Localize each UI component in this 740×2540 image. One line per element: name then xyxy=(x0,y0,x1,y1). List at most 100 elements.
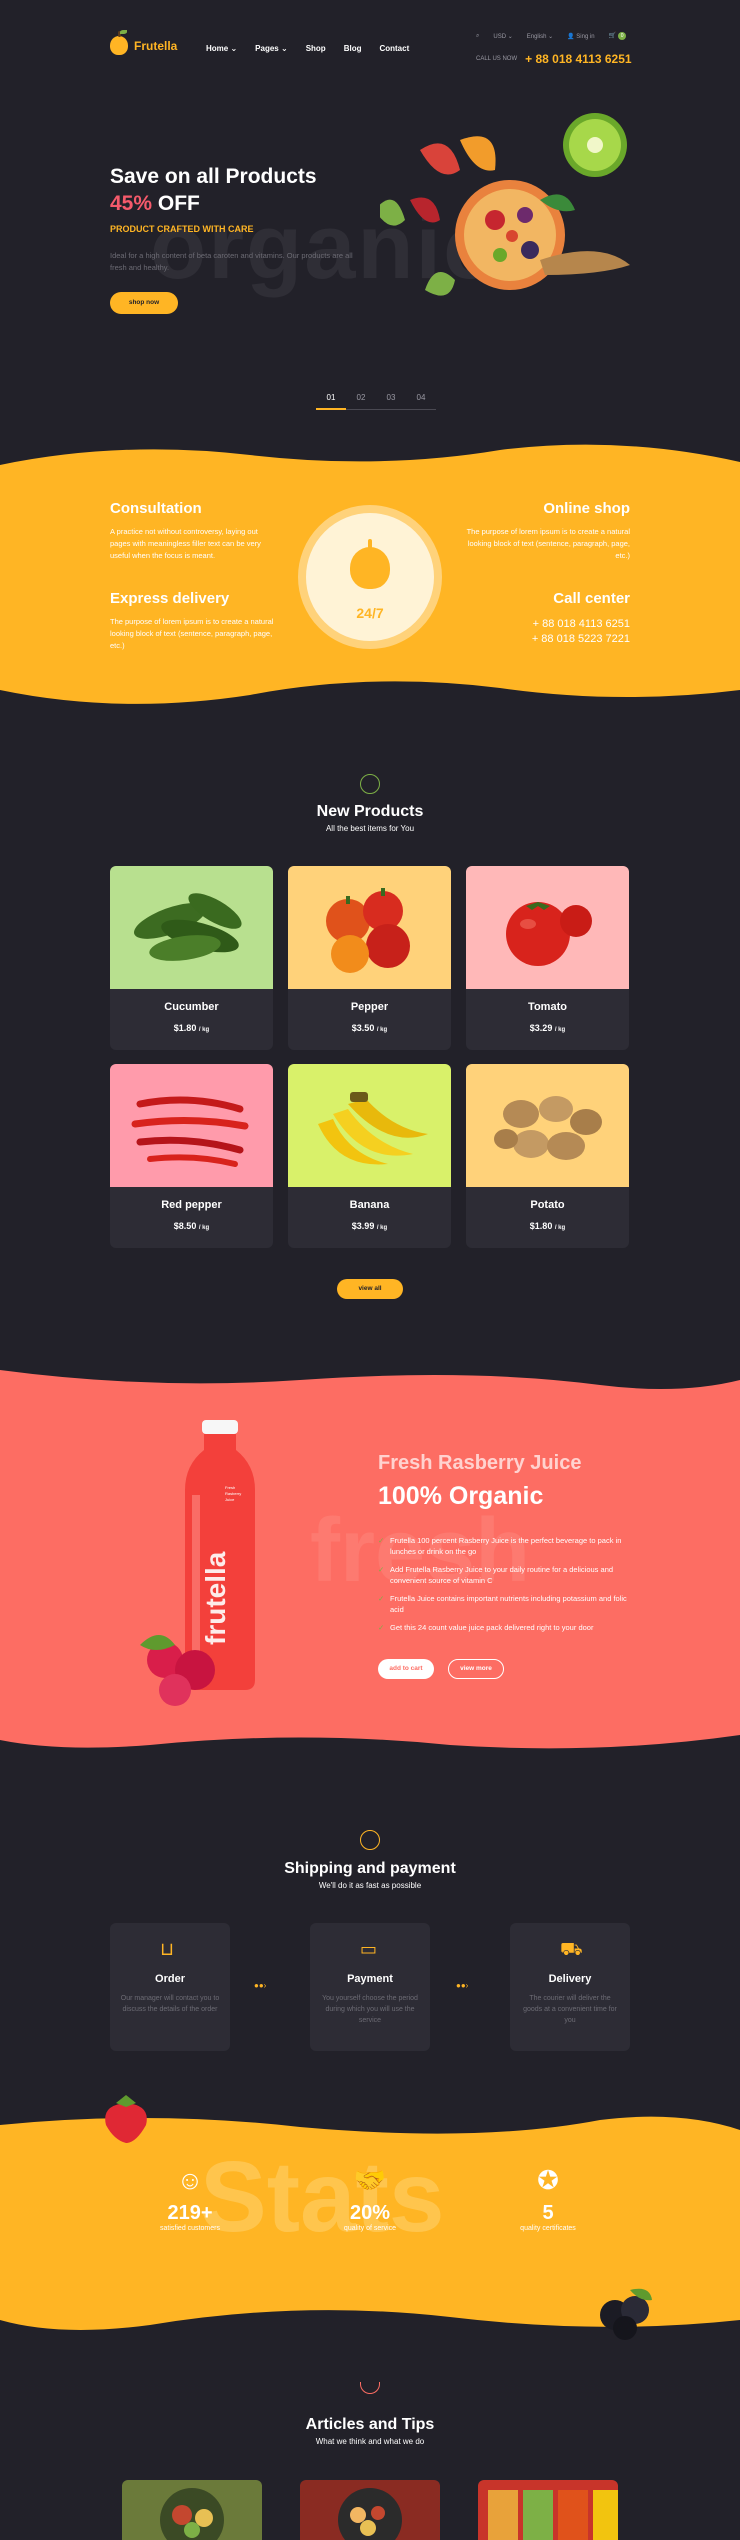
product-price: $3.99 / kg xyxy=(288,1221,451,1231)
nav-shop[interactable]: Shop xyxy=(306,44,326,53)
chevron-down-icon: ⌄ xyxy=(280,44,288,53)
ship-step-text: Our manager will contact you to discuss … xyxy=(120,1995,220,2013)
hero-off: OFF xyxy=(157,192,200,215)
blackberry-image xyxy=(600,2288,652,2340)
benefit-item: Get this 24 count value juice pack deliv… xyxy=(378,1622,628,1633)
price-value: $1.80 xyxy=(529,1221,553,1231)
product-price: $1.80 / kg xyxy=(110,1023,273,1033)
call-us: CALL US NOW + 88 018 4113 6251 xyxy=(476,52,632,66)
call-center-phones: + 88 018 4113 6251 + 88 018 5223 7221 xyxy=(470,617,630,647)
view-all-button[interactable]: view all xyxy=(337,1279,403,1299)
award-icon: ✪ xyxy=(537,2165,559,2195)
cart-button[interactable]: 🛒 0 xyxy=(609,32,627,40)
currency-value: USD xyxy=(493,33,507,40)
price-value: $3.99 xyxy=(351,1221,375,1231)
shipping-title: Shipping and payment xyxy=(284,1860,456,1877)
consultation-title: Consultation xyxy=(110,500,202,517)
product-card-tomato[interactable]: Tomato $3.29 / kg xyxy=(466,866,629,1050)
benefit-item: Add Frutella Rasberry Juice to your dail… xyxy=(378,1564,628,1586)
search-icon[interactable]: ⌕ xyxy=(476,33,479,40)
hero-description: Ideal for a high content of beta caroten… xyxy=(110,251,353,272)
product-card-potato[interactable]: Potato $1.80 / kg xyxy=(466,1064,629,1248)
step-arrow-icon: ●●› xyxy=(254,1981,267,1990)
nav-contact[interactable]: Contact xyxy=(379,44,409,53)
stat-label: quality certificates xyxy=(520,2225,576,2232)
products-title: New Products xyxy=(316,803,424,820)
price-value: $1.80 xyxy=(173,1023,197,1033)
stat-label: satisfied customers xyxy=(160,2225,220,2232)
hero-title-line1: Save on all Products xyxy=(110,165,317,188)
bottle-small-label: Fresh Rasberry Juice xyxy=(225,1485,242,1502)
language-select[interactable]: English ⌄ xyxy=(527,33,553,40)
nav-home-label: Home xyxy=(206,44,229,53)
currency-select[interactable]: USD ⌄ xyxy=(493,33,512,40)
shipping-subtitle: We'll do it as fast as possible xyxy=(318,1881,422,1890)
articles-subtitle: What we think and what we do xyxy=(315,2437,425,2446)
articles-title: Articles and Tips xyxy=(305,2416,435,2433)
product-price: $8.50 / kg xyxy=(110,1221,273,1231)
ship-step-order: ⊔ Order Our manager will contact you to … xyxy=(110,1923,230,2051)
stat-quality: 🤝 20% quality of service xyxy=(310,2165,430,2232)
ship-step-title: Delivery xyxy=(548,1973,592,1985)
hero-title: Save on all Products 45% OFF xyxy=(110,163,317,217)
apple-logo-icon xyxy=(110,30,128,55)
product-card-cucumber[interactable]: Cucumber $1.80 / kg xyxy=(110,866,273,1050)
view-more-button[interactable]: view more xyxy=(448,1659,504,1679)
step-arrow-icon: ●●› xyxy=(456,1981,469,1990)
pepper-image xyxy=(326,888,410,973)
product-card-pepper[interactable]: Pepper $3.50 / kg xyxy=(288,866,451,1050)
benefit-item: Frutella 100 percent Rasberry Juice is t… xyxy=(378,1535,628,1557)
price-unit: / kg xyxy=(198,1225,210,1231)
leaf-icon xyxy=(360,774,380,794)
product-price: $3.50 / kg xyxy=(288,1023,451,1033)
potato-image xyxy=(494,1096,602,1160)
stat-certificates: ✪ 5 quality certificates xyxy=(488,2165,608,2232)
consultation-text: A practice not without controversy, layi… xyxy=(110,527,261,560)
header-phone[interactable]: + 88 018 4113 6251 xyxy=(525,52,631,66)
callus-label: CALL US NOW xyxy=(476,56,518,62)
logo[interactable]: Frutella xyxy=(110,30,177,55)
price-value: $3.50 xyxy=(351,1023,375,1033)
products-subtitle: All the best items for You xyxy=(325,824,415,833)
article-image xyxy=(160,2488,224,2540)
product-image-bg xyxy=(110,1064,273,1187)
price-unit: / kg xyxy=(554,1225,566,1231)
slide-03[interactable]: 03 xyxy=(376,393,406,410)
price-unit: / kg xyxy=(198,1027,210,1033)
support-247-label: 24/7 xyxy=(356,605,384,621)
nav-pages[interactable]: Pages ⌄ xyxy=(255,44,288,53)
ship-step-payment: ▭ Payment You yourself choose the period… xyxy=(310,1923,430,2051)
article-card-3[interactable] xyxy=(478,2480,618,2540)
benefit-item: Frutella Juice contains important nutrie… xyxy=(378,1593,628,1615)
add-to-cart-button[interactable]: add to cart xyxy=(378,1659,434,1679)
shop-now-button[interactable]: shop now xyxy=(110,292,178,314)
nav-blog[interactable]: Blog xyxy=(344,44,362,53)
signin-link[interactable]: 👤 Sing in xyxy=(567,33,595,40)
apple-stem-icon xyxy=(368,539,372,549)
watermelon-icon xyxy=(360,2382,380,2394)
slide-01[interactable]: 01 xyxy=(316,393,346,410)
juice-benefits-list: Frutella 100 percent Rasberry Juice is t… xyxy=(378,1535,628,1640)
payment-icon: ▭ xyxy=(360,1939,378,1959)
call-center-title: Call center xyxy=(553,590,630,607)
banana-image xyxy=(318,1092,428,1165)
product-card-red-pepper[interactable]: Red pepper $8.50 / kg xyxy=(110,1064,273,1248)
article-card-1[interactable] xyxy=(122,2480,262,2540)
red-pepper-image xyxy=(131,1096,249,1167)
product-price: $1.80 / kg xyxy=(466,1221,629,1231)
signin-label: Sing in xyxy=(576,33,595,40)
article-card-2[interactable] xyxy=(300,2480,440,2540)
call-center-phone-1[interactable]: + 88 018 4113 6251 xyxy=(470,617,630,632)
support-circle: 24/7 xyxy=(298,505,442,649)
slide-02[interactable]: 02 xyxy=(346,393,376,410)
juice-headline: 100% Organic xyxy=(378,1482,544,1510)
handshake-icon: 🤝 xyxy=(353,2165,387,2195)
product-card-banana[interactable]: Banana $3.99 / kg xyxy=(288,1064,451,1248)
slide-04[interactable]: 04 xyxy=(406,393,436,410)
price-value: $8.50 xyxy=(173,1221,197,1231)
product-image-bg xyxy=(466,866,629,989)
nav-home[interactable]: Home ⌄ xyxy=(206,44,237,53)
product-image-bg xyxy=(288,1064,451,1187)
call-center-phone-2[interactable]: + 88 018 5223 7221 xyxy=(470,632,630,647)
stat-value: 5 xyxy=(542,2202,554,2224)
